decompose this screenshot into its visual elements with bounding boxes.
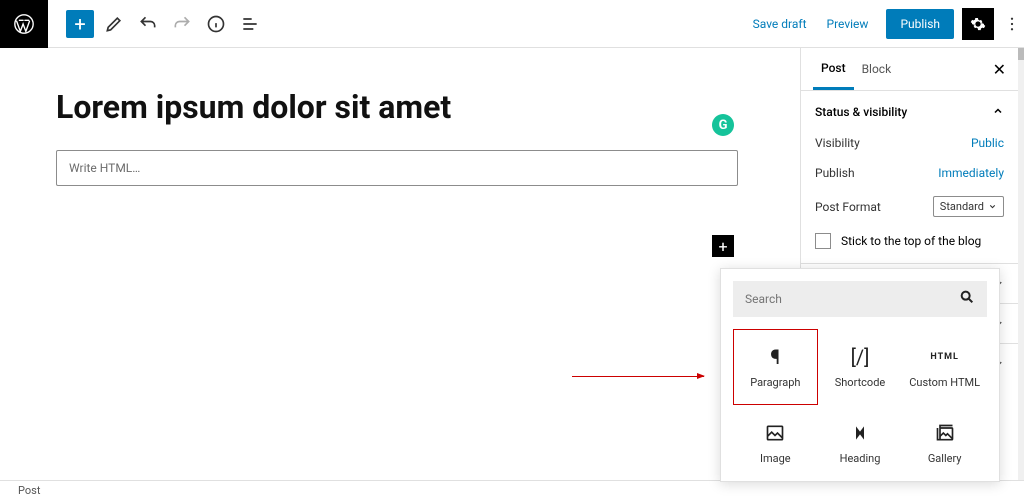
- status-visibility-panel: Status & visibility Visibility Public Pu…: [801, 90, 1018, 263]
- search-icon[interactable]: [959, 289, 975, 309]
- add-block-button[interactable]: +: [66, 10, 94, 38]
- search-input[interactable]: [745, 292, 929, 306]
- breadcrumb[interactable]: Post: [18, 484, 40, 497]
- sidebar-tabs: Post Block ✕: [801, 48, 1018, 90]
- block-gallery[interactable]: Gallery: [902, 405, 987, 481]
- close-sidebar-icon[interactable]: ✕: [993, 60, 1006, 79]
- shortcode-icon: [/]: [851, 346, 870, 368]
- footer-breadcrumb: Post: [0, 480, 1024, 500]
- visibility-row: Visibility Public: [815, 136, 1004, 150]
- panel-toggle[interactable]: Status & visibility: [815, 105, 1004, 120]
- block-image[interactable]: Image: [733, 405, 818, 481]
- more-menu-icon[interactable]: [1000, 0, 1024, 48]
- html-icon: HTML: [930, 346, 959, 368]
- info-icon[interactable]: [202, 10, 230, 38]
- redo-icon[interactable]: [168, 10, 196, 38]
- post-format-row: Post Format Standard: [815, 196, 1004, 217]
- preview-button[interactable]: Preview: [817, 17, 879, 31]
- publish-label: Publish: [815, 166, 855, 180]
- post-title[interactable]: Lorem ipsum dolor sit amet: [56, 88, 738, 126]
- visibility-value[interactable]: Public: [971, 136, 1004, 150]
- format-select[interactable]: Standard: [933, 196, 1004, 217]
- tab-post[interactable]: Post: [813, 48, 854, 90]
- panel-title: Status & visibility: [815, 105, 907, 120]
- annotation-arrow: [572, 376, 704, 377]
- inserter-search: [733, 281, 987, 317]
- heading-icon: [852, 422, 868, 444]
- publish-button[interactable]: Publish: [886, 9, 954, 39]
- html-block-input[interactable]: Write HTML…: [56, 150, 738, 186]
- visibility-label: Visibility: [815, 136, 860, 150]
- grammarly-icon[interactable]: G: [712, 114, 734, 136]
- block-custom-html[interactable]: HTML Custom HTML: [902, 329, 987, 405]
- publish-value[interactable]: Immediately: [938, 166, 1004, 180]
- stick-label: Stick to the top of the blog: [841, 234, 981, 248]
- tab-block[interactable]: Block: [854, 48, 900, 90]
- checkbox-icon[interactable]: [815, 233, 831, 249]
- format-label: Post Format: [815, 200, 881, 214]
- block-shortcode[interactable]: [/] Shortcode: [818, 329, 903, 405]
- scrollbar[interactable]: [1018, 48, 1024, 500]
- image-icon: [765, 422, 785, 444]
- settings-button[interactable]: [962, 8, 994, 40]
- edit-icon[interactable]: [100, 10, 128, 38]
- save-draft-button[interactable]: Save draft: [743, 17, 817, 31]
- top-right-actions: Save draft Preview Publish: [743, 0, 1024, 48]
- wordpress-logo[interactable]: [0, 0, 48, 48]
- scrollbar-thumb[interactable]: [1018, 48, 1024, 60]
- chevron-up-icon: [992, 105, 1004, 120]
- block-paragraph[interactable]: ¶ Paragraph: [733, 329, 818, 405]
- block-inserter-popover: ¶ Paragraph [/] Shortcode HTML Custom HT…: [720, 268, 1000, 482]
- stick-checkbox-row[interactable]: Stick to the top of the blog: [815, 233, 1004, 249]
- add-block-inline-button[interactable]: +: [712, 235, 734, 257]
- html-placeholder: Write HTML…: [69, 161, 140, 175]
- gallery-icon: [935, 422, 955, 444]
- outline-icon[interactable]: [236, 10, 264, 38]
- undo-icon[interactable]: [134, 10, 162, 38]
- block-heading[interactable]: Heading: [818, 405, 903, 481]
- top-toolbar: + Save draft Preview Publish: [0, 0, 1024, 48]
- editor-canvas: Lorem ipsum dolor sit amet Write HTML… G: [0, 48, 794, 480]
- paragraph-icon: ¶: [770, 346, 780, 368]
- publish-row: Publish Immediately: [815, 166, 1004, 180]
- inserter-grid: ¶ Paragraph [/] Shortcode HTML Custom HT…: [721, 329, 999, 481]
